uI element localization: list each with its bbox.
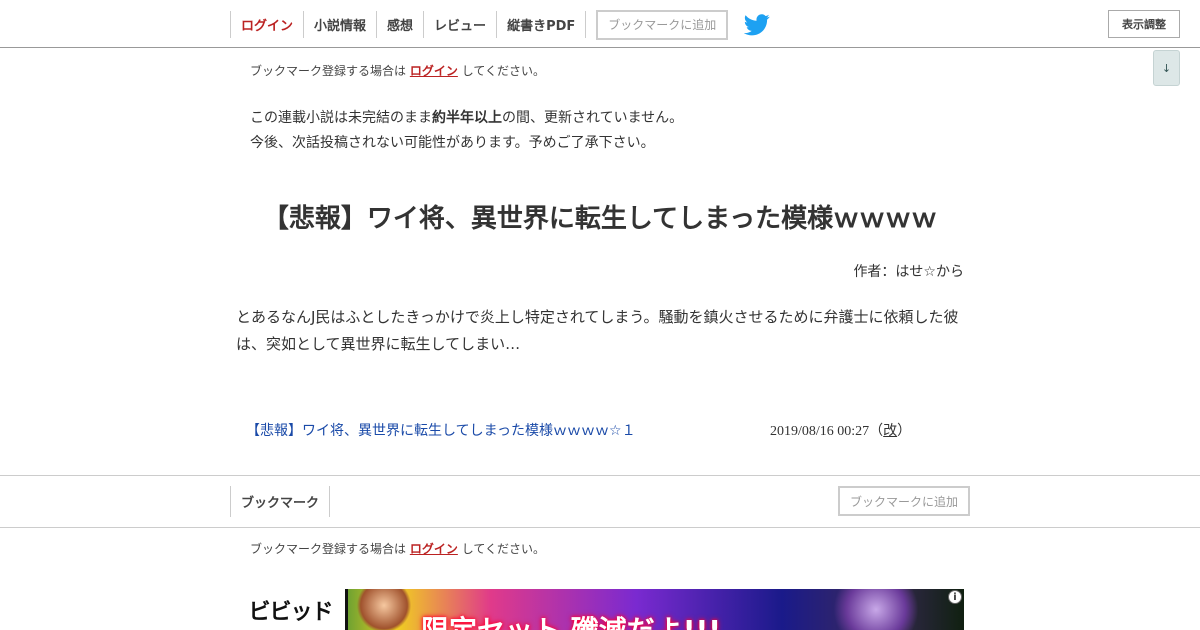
nav-review-link[interactable]: レビュー (423, 11, 496, 38)
ad-banner[interactable]: ビビッド 限定セット 殲滅だよ!!! i (236, 589, 964, 630)
display-settings-button[interactable]: 表示調整 (1108, 10, 1180, 38)
not-updated-warning: この連載小説は未完結のまま約半年以上の間、更新されていません。 今後、次話投稿さ… (250, 106, 683, 156)
warning-line-2: 今後、次話投稿されない可能性があります。予めご了承下さい。 (250, 135, 655, 151)
login-note-top: ブックマーク登録する場合は ログイン してください。 (250, 62, 545, 79)
ad-character-image-2 (821, 589, 931, 630)
bottom-bookmark-link[interactable]: ブックマーク (230, 486, 331, 517)
chapter-link[interactable]: 【悲報】ワイ将、異世界に転生してしまった模様ｗｗｗｗ☆１ (246, 420, 636, 440)
chapter-revised-link[interactable]: 改 (883, 424, 897, 439)
top-nav: ログイン 小説情報 感想 レビュー 縦書きPDF ブックマークに追加 (230, 9, 772, 40)
login-note-bottom: ブックマーク登録する場合は ログイン してください。 (250, 540, 545, 557)
nav-vertical-pdf-link[interactable]: 縦書きPDF (496, 11, 587, 38)
login-note-prefix: ブックマーク登録する場合は (250, 64, 407, 78)
bottom-bookmark-bar: ブックマーク ブックマークに追加 (0, 475, 1200, 528)
ad-logo: ビビッド (236, 589, 348, 630)
login-note-suffix: してください。 (461, 542, 545, 556)
bottom-nav: ブックマーク (230, 486, 331, 517)
chapter-revised-close: ） (897, 424, 912, 439)
novel-title: 【悲報】ワイ将、異世界に転生してしまった模様ｗｗｗｗ (262, 204, 938, 233)
login-note-link[interactable]: ログイン (410, 64, 458, 78)
ad-headline: 限定セット 殲滅だよ!!! (421, 609, 721, 630)
nav-novel-info-link[interactable]: 小説情報 (303, 11, 376, 38)
bottom-add-bookmark-button[interactable]: ブックマークに追加 (838, 486, 971, 516)
ad-character-image (354, 589, 414, 630)
warning-line-1: この連載小説は未完結のまま約半年以上の間、更新されていません。 (250, 106, 683, 131)
scroll-down-button[interactable]: ↓ (1153, 50, 1180, 86)
chapter-revised-open: （ (869, 424, 884, 439)
login-note-prefix: ブックマーク登録する場合は (250, 542, 407, 556)
warning-line1-post: の間、更新されていません。 (502, 110, 684, 126)
add-bookmark-button[interactable]: ブックマークに追加 (596, 9, 729, 40)
chapter-date-value: 2019/08/16 00:27 (770, 424, 870, 439)
top-navigation-bar: ログイン 小説情報 感想 レビュー 縦書きPDF ブックマークに追加 表示調整 (0, 0, 1200, 48)
warning-line1-pre: この連載小説は未完結のまま (250, 110, 432, 126)
info-icon[interactable]: i (948, 590, 962, 604)
login-note-link[interactable]: ログイン (410, 542, 458, 556)
chapter-date: 2019/08/16 00:27（改） (770, 420, 911, 440)
warning-line1-bold: 約半年以上 (432, 110, 502, 126)
nav-impressions-link[interactable]: 感想 (376, 11, 423, 38)
login-note-suffix: してください。 (461, 64, 545, 78)
novel-synopsis: とあるなんJ民はふとしたきっかけで炎上し特定されてしまう。騒動を鎮火させるために… (236, 308, 959, 353)
twitter-icon[interactable] (744, 13, 772, 37)
nav-login-link[interactable]: ログイン (230, 11, 303, 38)
novel-author: 作者：はせ☆から (853, 264, 964, 280)
